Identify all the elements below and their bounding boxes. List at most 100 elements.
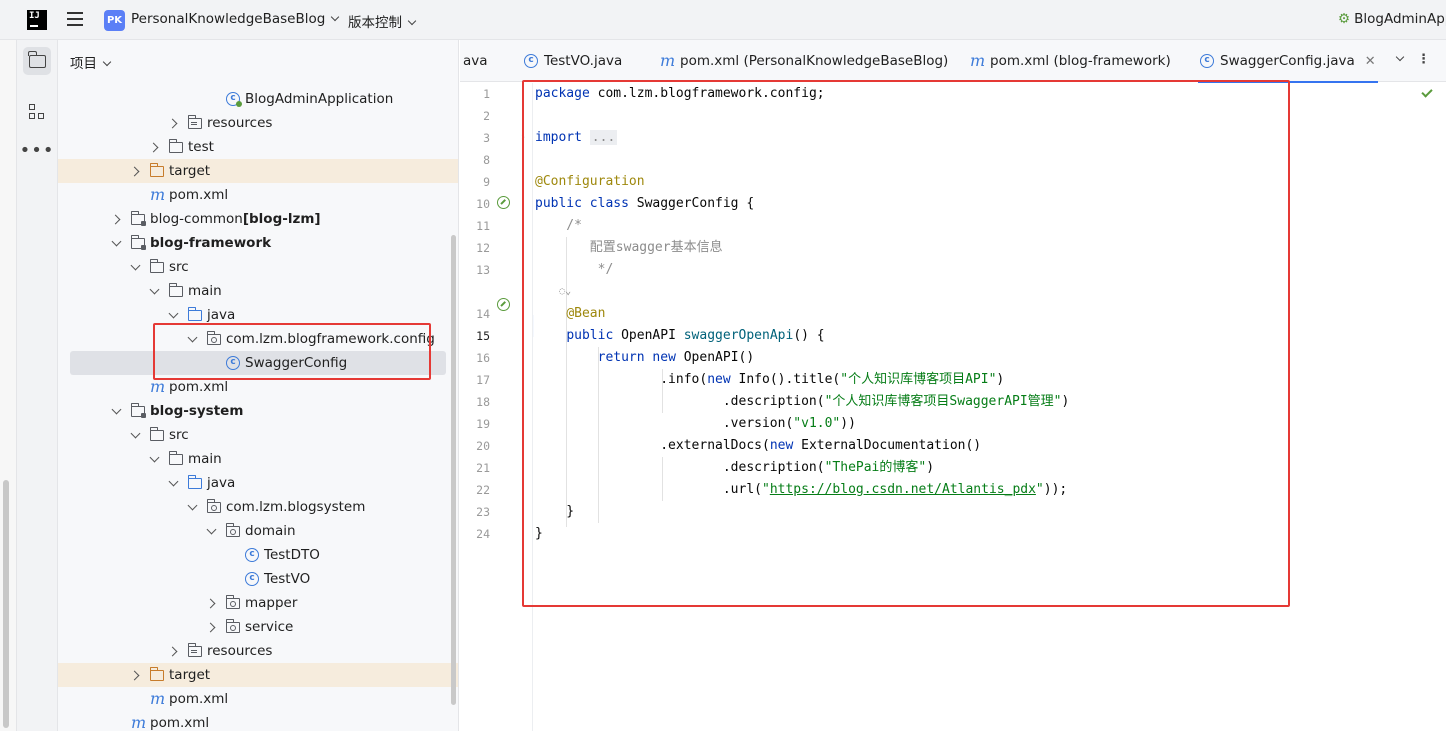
- tree-item[interactable]: resources: [58, 639, 458, 663]
- tree-item[interactable]: src: [58, 423, 458, 447]
- line-number: 17: [476, 373, 490, 387]
- tree-item[interactable]: c BlogAdminApplication: [58, 87, 458, 111]
- code-line-12: 配置swagger基本信息: [535, 240, 723, 255]
- run-configuration-selector[interactable]: ⚙ BlogAdminApp: [1338, 11, 1446, 27]
- code-line-19: .version("v1.0")): [722, 416, 856, 431]
- tree-item[interactable]: test: [58, 135, 458, 159]
- tree-item[interactable]: blog-common [blog-lzm]: [58, 207, 458, 231]
- project-selector[interactable]: PersonalKnowledgeBaseBlog: [131, 11, 340, 27]
- tree-item[interactable]: resources: [58, 111, 458, 135]
- tab-partial-java[interactable]: ava: [463, 40, 488, 82]
- chevron-down-icon[interactable]: [150, 455, 159, 464]
- folded-imports[interactable]: ...: [589, 130, 618, 145]
- maven-icon: m: [150, 185, 166, 204]
- tree-item[interactable]: c SwaggerConfig: [70, 351, 446, 375]
- tree-item[interactable]: target: [58, 663, 458, 687]
- tree-item-label: src: [169, 259, 189, 275]
- code-editor[interactable]: package com.lzm.blogframework.config; im…: [534, 83, 1446, 731]
- tree-item-label: test: [188, 139, 214, 155]
- more-tab-options-icon[interactable]: ⋮: [1417, 52, 1430, 67]
- tree-item[interactable]: target: [58, 159, 458, 183]
- line-number: 3: [483, 131, 490, 145]
- tree-item-label: TestDTO: [264, 547, 320, 563]
- tree-item[interactable]: main: [58, 447, 458, 471]
- class-icon: c: [245, 572, 259, 586]
- tree-item[interactable]: java: [58, 303, 458, 327]
- chevron-right-icon[interactable]: [150, 143, 159, 152]
- chevron-right-icon[interactable]: [169, 647, 178, 656]
- module-folder-icon: [130, 402, 146, 418]
- structure-icon: [29, 104, 45, 120]
- tree-item[interactable]: c TestDTO: [58, 543, 458, 567]
- chevron-down-icon[interactable]: [112, 407, 121, 416]
- project-tool-button[interactable]: [23, 47, 51, 75]
- main-menu-icon[interactable]: [67, 12, 83, 26]
- tab-testvo-java[interactable]: c TestVO.java: [524, 40, 622, 82]
- tree-item-label: resources: [207, 643, 273, 659]
- chevron-right-icon[interactable]: [131, 671, 140, 680]
- chevron-down-icon[interactable]: [207, 527, 216, 536]
- chevron-down-icon[interactable]: [188, 503, 197, 512]
- chevron-down-icon[interactable]: [131, 263, 140, 272]
- tree-item[interactable]: m pom.xml: [58, 375, 458, 399]
- code-line-24: }: [535, 526, 543, 541]
- fold-arrow-icon[interactable]: ›: [521, 132, 525, 143]
- tree-item[interactable]: c TestVO: [58, 567, 458, 591]
- editor-gutter[interactable]: 1 2 3 8 9 10 11 12 13 14 15 16 17 18 19 20 21 22 23 24 ›: [460, 83, 533, 731]
- structure-tool-button[interactable]: [23, 98, 51, 126]
- tab-pom-root[interactable]: m pom.xml (PersonalKnowledgeBaseBlog): [660, 40, 948, 82]
- chevron-down-icon: [1395, 52, 1405, 62]
- tree-item[interactable]: m pom.xml: [58, 687, 458, 711]
- tree-item-label: TestVO: [264, 571, 311, 587]
- code-line-15: public OpenAPI swaggerOpenApi() {: [566, 328, 825, 343]
- spring-bean-gutter-icon[interactable]: [497, 298, 510, 311]
- line-number: 13: [476, 263, 490, 277]
- project-scrollbar-thumb[interactable]: [451, 235, 456, 705]
- tab-swaggerconfig-java[interactable]: c SwaggerConfig.java ✕: [1198, 40, 1378, 83]
- tree-item[interactable]: domain: [58, 519, 458, 543]
- class-icon: c: [524, 54, 538, 68]
- outer-scrollbar-thumb[interactable]: [3, 480, 9, 728]
- tree-item[interactable]: com.lzm.blogframework.config: [58, 327, 458, 351]
- tree-item[interactable]: m pom.xml: [58, 711, 458, 731]
- more-tools-button[interactable]: •••: [20, 137, 54, 165]
- chevron-down-icon[interactable]: [150, 287, 159, 296]
- class-icon: c: [1200, 54, 1214, 68]
- project-panel-header[interactable]: 项目: [70, 52, 112, 72]
- tree-item[interactable]: java: [58, 471, 458, 495]
- tree-item[interactable]: main: [58, 279, 458, 303]
- tree-item[interactable]: com.lzm.blogsystem: [58, 495, 458, 519]
- spring-bean-gutter-icon[interactable]: [497, 196, 510, 209]
- vcs-menu[interactable]: 版本控制: [348, 11, 417, 31]
- line-number: 10: [476, 197, 490, 211]
- close-tab-icon[interactable]: ✕: [1365, 54, 1376, 69]
- chevron-down-icon[interactable]: [169, 311, 178, 320]
- tree-item[interactable]: src: [58, 255, 458, 279]
- chevron-down-icon: [102, 57, 112, 67]
- chevron-down-icon[interactable]: [188, 335, 197, 344]
- code-line-23: }: [535, 504, 575, 519]
- chevron-down-icon[interactable]: [169, 479, 178, 488]
- project-badge[interactable]: PK: [104, 10, 125, 31]
- chevron-right-icon[interactable]: [112, 215, 121, 224]
- intellij-logo-icon[interactable]: IJ: [27, 10, 47, 30]
- class-icon: c: [226, 356, 240, 370]
- chevron-right-icon[interactable]: [169, 119, 178, 128]
- inlay-hint[interactable]: ◌⌄: [535, 281, 571, 303]
- tab-list-dropdown[interactable]: [1390, 52, 1405, 67]
- chevron-right-icon[interactable]: [207, 599, 216, 608]
- folder-icon: [149, 426, 164, 441]
- chevron-down-icon[interactable]: [112, 239, 121, 248]
- tree-item[interactable]: service: [58, 615, 458, 639]
- line-number: 15: [476, 329, 490, 343]
- tab-pom-framework[interactable]: m pom.xml (blog-framework): [970, 40, 1171, 82]
- tree-item-label: BlogAdminApplication: [245, 91, 394, 107]
- tree-item[interactable]: mapper: [58, 591, 458, 615]
- chevron-right-icon[interactable]: [131, 167, 140, 176]
- chevron-down-icon[interactable]: [131, 431, 140, 440]
- chevron-right-icon[interactable]: [207, 623, 216, 632]
- tree-item[interactable]: m pom.xml: [58, 183, 458, 207]
- tree-item[interactable]: blog-framework: [58, 231, 458, 255]
- tree-item[interactable]: blog-system: [58, 399, 458, 423]
- url-link[interactable]: https://blog.csdn.net/Atlantis_pdx: [770, 482, 1036, 497]
